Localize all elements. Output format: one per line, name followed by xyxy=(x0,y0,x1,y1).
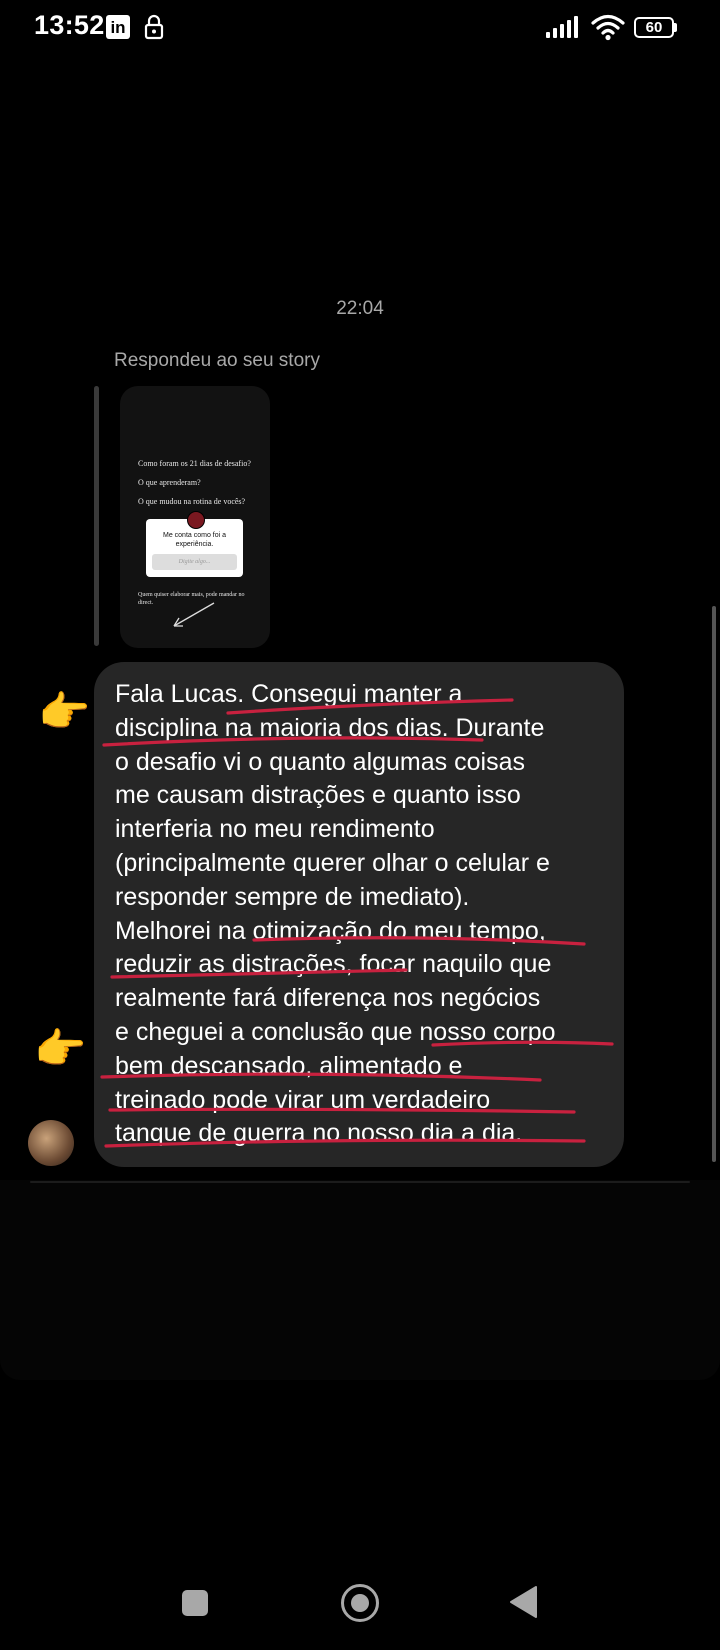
signal-icon xyxy=(546,16,578,38)
message-line: Fala Lucas. Consegui manter a xyxy=(115,680,463,708)
story-line: O que aprenderam? xyxy=(138,478,201,487)
avatar[interactable] xyxy=(28,1120,74,1166)
message-line: (principalmente querer olhar o celular e xyxy=(115,848,550,877)
message-line: realmente fará diferença nos negócios xyxy=(115,984,541,1013)
back-triangle-icon[interactable] xyxy=(508,1585,538,1619)
story-line: O que mudou na rotina de vocês? xyxy=(138,497,246,506)
composer-divider xyxy=(30,1181,690,1183)
message-line: responder sempre de imediato). xyxy=(115,882,470,911)
pointing-hand-icon: 👉 xyxy=(38,688,91,735)
message-line: e cheguei a conclusão que nosso corpo xyxy=(115,1017,556,1046)
wifi-icon xyxy=(591,14,625,41)
story-reply-label: Respondeu ao seu story xyxy=(114,350,320,371)
message-line: reduzir as distrações, focar naquilo que xyxy=(115,950,552,979)
status-bar: 13:52 in 60 xyxy=(0,0,720,56)
home-dot xyxy=(351,1594,369,1612)
message-line: disciplina na maioria dos dias. Durante xyxy=(115,713,545,742)
reply-indicator-bar xyxy=(94,386,99,646)
message-line: Melhorei na otimização do meu tempo, xyxy=(115,916,546,945)
battery-indicator: 60 xyxy=(634,17,677,38)
message-line: tanque de guerra no nosso dia a dia. xyxy=(115,1119,523,1148)
story-line: Como foram os 21 dias de desafio? xyxy=(138,459,251,468)
message-line: bem descansado, alimentado e xyxy=(115,1051,463,1080)
square-icon[interactable] xyxy=(182,1590,208,1616)
battery-percent: 60 xyxy=(645,19,663,36)
linkedin-icon: in xyxy=(106,15,130,39)
arrow-icon xyxy=(173,602,215,627)
message-line: me causam distrações e quanto isso xyxy=(115,781,521,810)
message-line: o desafio vi o quanto algumas coisas xyxy=(115,747,525,776)
composer-area xyxy=(0,1180,720,1380)
story-question-text: Me conta como foi a experiência. xyxy=(162,532,227,548)
message-timestamp: 22:04 xyxy=(336,298,384,319)
message-line: interferia no meu rendimento xyxy=(115,815,435,844)
status-time: 13:52 xyxy=(34,10,105,40)
story-question-input: Digite algo... xyxy=(152,554,237,570)
message-line: treinado pode virar um verdadeiro xyxy=(115,1085,491,1114)
lock-icon xyxy=(144,14,164,40)
scrollbar[interactable] xyxy=(712,606,716,1162)
pointing-hand-icon: 👉 xyxy=(34,1025,87,1072)
story-avatar xyxy=(187,511,205,529)
message-text: Fala Lucas. Consegui manter a disciplina… xyxy=(115,678,615,1151)
